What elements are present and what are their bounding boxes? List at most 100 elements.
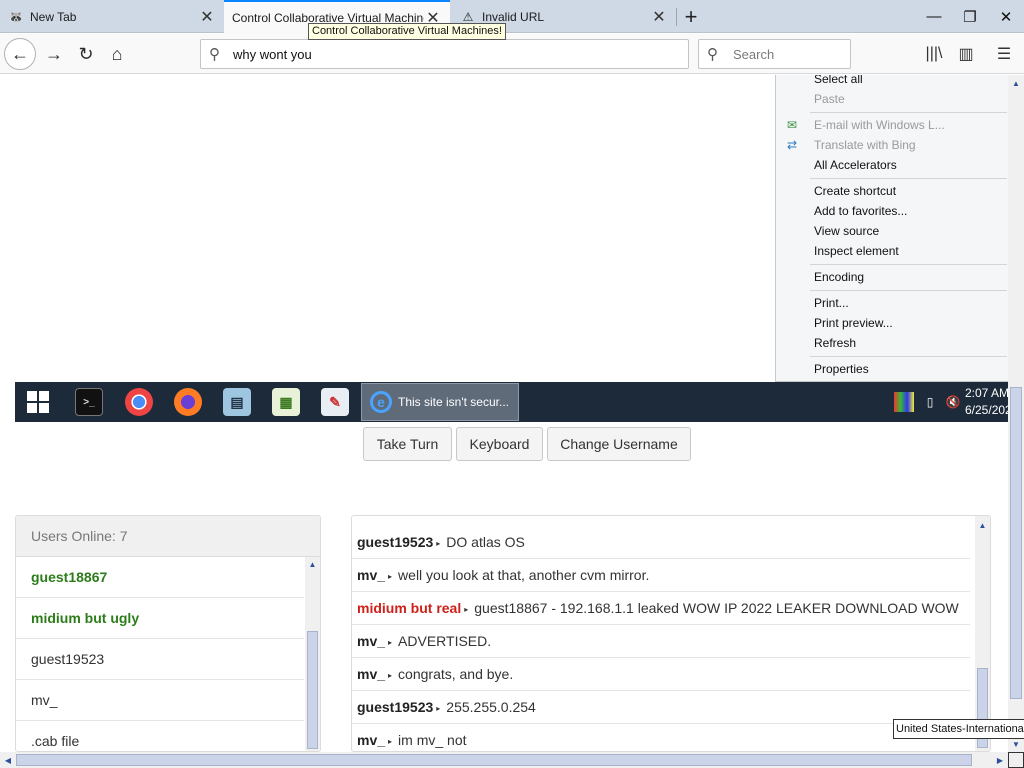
chat-arrow-icon: ▸	[436, 538, 441, 548]
menu-item-paste[interactable]: Paste	[814, 89, 845, 109]
arrow-right-icon: →	[45, 43, 63, 64]
menu-item-add-favorites[interactable]: Add to favorites...	[814, 201, 907, 221]
chat-arrow-icon: ▸	[464, 604, 469, 614]
menu-item-encoding[interactable]: Encoding	[814, 267, 864, 287]
scroll-thumb[interactable]	[307, 631, 318, 749]
new-tab-button[interactable]: +	[678, 4, 704, 30]
chrome-icon[interactable]	[125, 388, 153, 416]
scroll-corner	[1008, 752, 1024, 768]
search-placeholder: Search	[733, 46, 775, 62]
forward-button[interactable]: →	[38, 38, 70, 70]
vm-taskbar[interactable]: >_ ▤ ▦ ✎ e This site isn't secur... ▯ 🔇 …	[15, 382, 1008, 422]
chat-username: guest19523	[357, 699, 434, 715]
menu-item-select-all[interactable]: Select all	[814, 75, 863, 89]
chat-text: congrats, and bye.	[398, 666, 514, 682]
chat-text: im mv_ not	[398, 732, 467, 748]
restore-button[interactable]: ❐	[952, 0, 988, 33]
vm-context-menu: Select all Paste ✉ E-mail with Windows L…	[775, 75, 1008, 382]
home-button[interactable]: ⌂	[101, 38, 133, 70]
chat-arrow-icon: ▸	[388, 571, 393, 581]
back-button[interactable]: ←	[4, 38, 36, 70]
menu-item-refresh[interactable]: Refresh	[814, 333, 856, 353]
scroll-up-icon[interactable]: ▲	[1008, 75, 1024, 91]
internet-explorer-icon: e	[370, 391, 392, 413]
home-icon: ⌂	[111, 43, 123, 64]
tab-tooltip: Control Collaborative Virtual Machines!	[308, 23, 506, 40]
volume-muted-icon[interactable]: 🔇	[943, 392, 963, 412]
menu-button[interactable]: ☰	[990, 40, 1018, 68]
search-bar[interactable]: ⚲ Search	[698, 39, 851, 69]
sidebar-button[interactable]: ▥	[952, 40, 980, 68]
library-button[interactable]: |||\	[920, 40, 948, 68]
tab-new-tab[interactable]: 🦝 New Tab ✕	[0, 0, 224, 33]
color-tray-icon[interactable]	[894, 392, 914, 412]
scroll-left-icon[interactable]: ◀	[0, 752, 16, 768]
notebook-icon[interactable]: ▤	[223, 388, 251, 416]
user-row[interactable]: midium but ugly	[16, 598, 304, 639]
chat-username: mv_	[357, 666, 386, 682]
vm-clock[interactable]: 2:07 AM 6/25/2022	[965, 385, 1008, 419]
paint-icon[interactable]: ✎	[321, 388, 349, 416]
task-manager-icon[interactable]: ▦	[272, 388, 300, 416]
scroll-right-icon[interactable]: ▶	[992, 752, 1008, 768]
menu-item-properties[interactable]: Properties	[814, 359, 869, 379]
users-scrollbar[interactable]: ▲	[305, 557, 320, 751]
hamburger-icon: ☰	[996, 46, 1012, 63]
tab-separator	[676, 8, 677, 26]
minimize-button[interactable]: —	[916, 0, 952, 33]
tab-label: Invalid URL	[482, 9, 545, 24]
close-icon[interactable]: ✕	[198, 8, 216, 26]
chat-arrow-icon: ▸	[388, 736, 393, 746]
menu-item-inspect-element[interactable]: Inspect element	[814, 241, 899, 261]
firefox-icon[interactable]	[174, 388, 202, 416]
minimize-icon: —	[926, 8, 942, 25]
language-tooltip: United States-International	[893, 719, 1024, 739]
search-icon: ⚲	[707, 46, 718, 63]
menu-item-translate[interactable]: Translate with Bing	[814, 135, 916, 155]
user-row[interactable]: mv_	[16, 680, 304, 721]
menu-separator	[810, 264, 1007, 265]
close-icon[interactable]: ✕	[650, 8, 668, 26]
keyboard-button[interactable]: Keyboard	[456, 427, 543, 461]
chat-text: ADVERTISED.	[398, 633, 492, 649]
library-icon: |||\	[925, 45, 943, 62]
take-turn-button[interactable]: Take Turn	[363, 427, 452, 461]
menu-item-print[interactable]: Print...	[814, 293, 849, 313]
change-username-button[interactable]: Change Username	[547, 427, 691, 461]
scroll-thumb[interactable]	[16, 754, 972, 766]
menu-item-email[interactable]: E-mail with Windows L...	[814, 115, 945, 135]
chat-username: mv_	[357, 633, 386, 649]
menu-item-all-accelerators[interactable]: All Accelerators	[814, 155, 897, 175]
terminal-icon[interactable]: >_	[75, 388, 103, 416]
scroll-up-icon[interactable]: ▲	[305, 557, 320, 571]
user-row[interactable]: guest18867	[16, 557, 304, 598]
user-row[interactable]: .cab file	[16, 721, 304, 751]
menu-item-print-preview[interactable]: Print preview...	[814, 313, 893, 333]
chat-username: mv_	[357, 732, 386, 748]
nav-bar: ← → ↻ ⌂ ⚲ why wont you ⚲ Search |||\ ▥ ☰	[0, 34, 1024, 74]
vm-clock-date: 6/25/2022	[965, 403, 1008, 417]
close-window-button[interactable]: ✕	[988, 0, 1024, 33]
chat-message: mv_ ▸ well you look at that, another cvm m…	[352, 559, 970, 592]
close-icon: ✕	[999, 8, 1013, 26]
url-bar[interactable]: ⚲ why wont you	[200, 39, 689, 69]
menu-item-create-shortcut[interactable]: Create shortcut	[814, 181, 896, 201]
menu-item-view-source[interactable]: View source	[814, 221, 879, 241]
chat-scrollbar[interactable]: ▲	[975, 516, 990, 751]
windows-start-icon[interactable]	[27, 391, 49, 413]
scroll-thumb[interactable]	[1010, 387, 1022, 699]
device-tray-icon[interactable]: ▯	[920, 392, 940, 412]
reload-icon: ↻	[78, 43, 94, 64]
chat-message: mv_ ▸ ADVERTISED.	[352, 625, 970, 658]
search-icon: ⚲	[209, 46, 220, 63]
vm-ie-window-button[interactable]: e This site isn't secur...	[361, 383, 519, 421]
user-row[interactable]: guest19523	[16, 639, 304, 680]
chat-username: midium but real	[357, 600, 462, 616]
chat-username: mv_	[357, 567, 386, 583]
sidebar-icon: ▥	[958, 46, 974, 63]
page-vertical-scrollbar[interactable]: ▲ ▼	[1008, 75, 1024, 752]
scroll-up-icon[interactable]: ▲	[975, 518, 990, 532]
chat-arrow-icon: ▸	[388, 670, 393, 680]
page-horizontal-scrollbar[interactable]: ◀ ▶	[0, 752, 1008, 768]
reload-button[interactable]: ↻	[70, 38, 102, 70]
